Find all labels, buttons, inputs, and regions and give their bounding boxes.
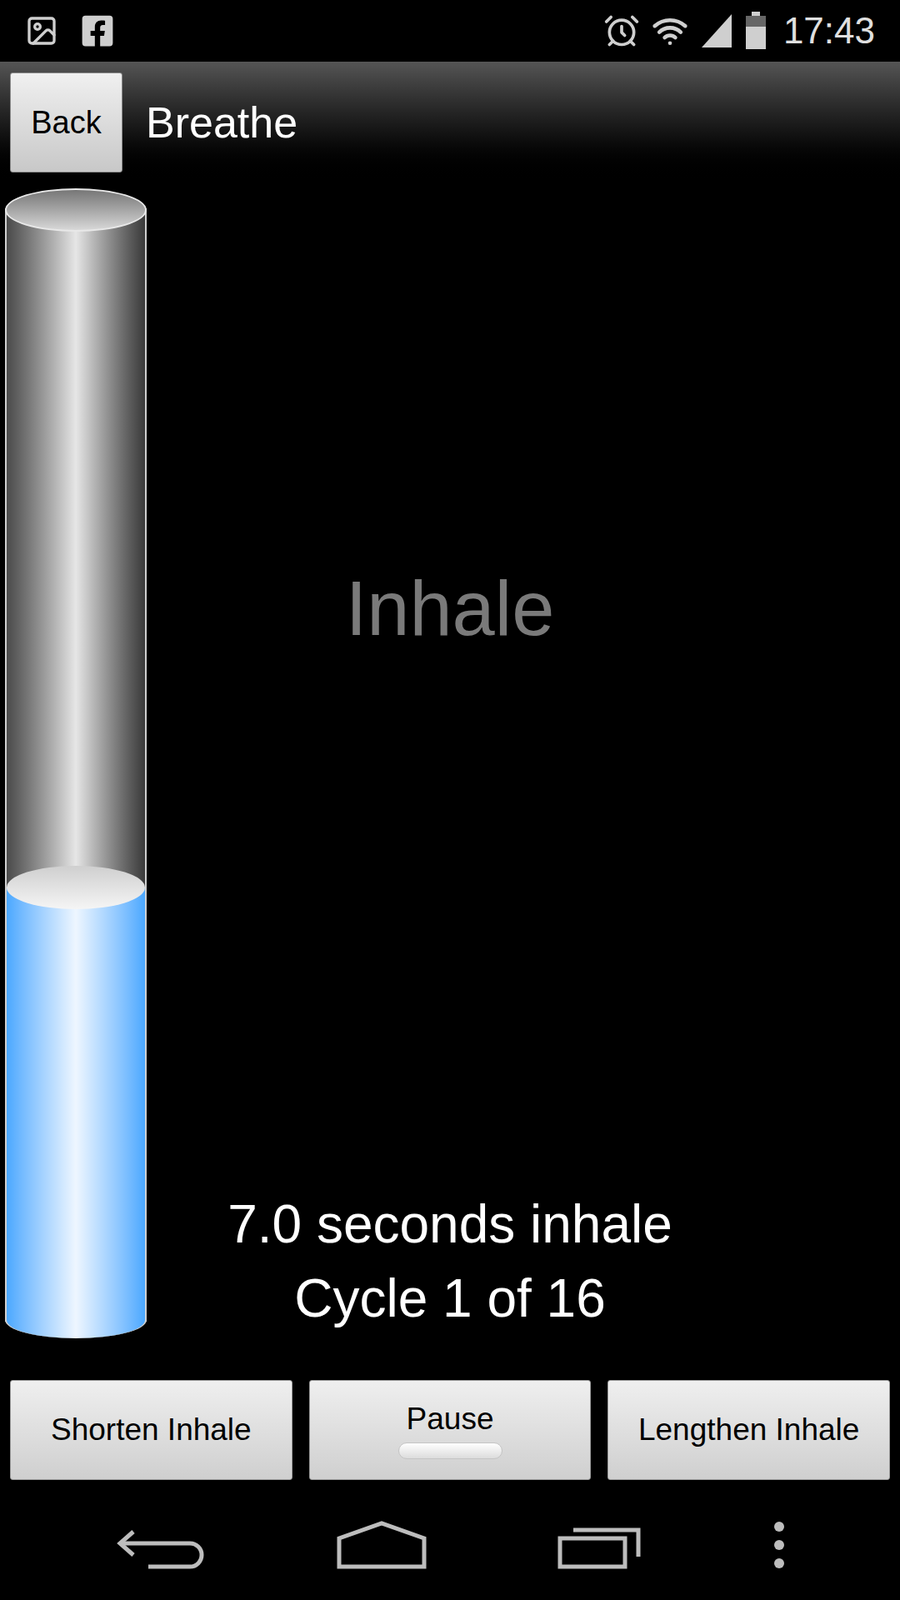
breath-tube: [5, 188, 147, 1339]
navigation-bar: [0, 1490, 900, 1600]
breath-fill: [5, 887, 147, 1339]
button-label: Pause: [406, 1400, 495, 1438]
image-icon: [25, 14, 59, 48]
control-bar: Shorten Inhale Pause Lengthen Inhale: [0, 1370, 900, 1490]
menu-icon[interactable]: [772, 1520, 786, 1570]
status-bar: 17:43: [0, 0, 900, 62]
alarm-icon: [603, 12, 640, 50]
back-button[interactable]: Back: [10, 72, 123, 173]
cycle-label: Cycle 1 of 16: [294, 1261, 606, 1337]
screen-title: Breathe: [145, 90, 298, 155]
action-bar: Back Breathe: [0, 61, 900, 184]
signal-icon: [700, 12, 734, 50]
control-button[interactable]: Pause: [309, 1380, 592, 1480]
home-icon[interactable]: [335, 1520, 428, 1570]
button-label: Lengthen Inhale: [638, 1411, 860, 1449]
clock: 17:43: [783, 3, 875, 59]
recents-icon[interactable]: [556, 1520, 644, 1570]
screen: 17:43 Back Breathe Inhale 7.0 seconds inhale…: [0, 0, 900, 1600]
back-icon[interactable]: [115, 1520, 207, 1570]
facebook-icon: [80, 13, 115, 49]
breath-area: Inhale 7.0 seconds inhaleCycle 1 of 16: [0, 183, 900, 1370]
phase-label: Inhale: [345, 550, 555, 666]
battery-icon: [745, 11, 767, 50]
control-button[interactable]: Shorten Inhale: [10, 1380, 293, 1480]
wifi-icon: [651, 12, 689, 50]
pause-indicator: [398, 1442, 503, 1460]
duration-label: 7.0 seconds inhale: [227, 1187, 673, 1263]
button-label: Shorten Inhale: [50, 1411, 252, 1449]
control-button[interactable]: Lengthen Inhale: [607, 1380, 890, 1480]
